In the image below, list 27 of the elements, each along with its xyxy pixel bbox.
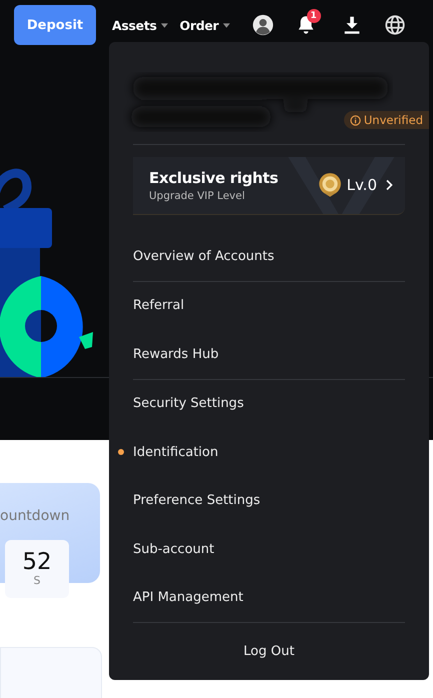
countdown-label: ountdown (0, 508, 70, 524)
menu-item[interactable]: Security Settings (133, 380, 405, 428)
info-icon (350, 114, 361, 126)
logout-button[interactable]: Log Out (133, 623, 405, 680)
nav-menu[interactable]: Assets (112, 18, 168, 32)
vip-subtitle: Upgrade VIP Level (149, 190, 246, 202)
status-text: Unverified (364, 113, 423, 127)
notification-badge: 1 (306, 9, 321, 23)
globe-icon[interactable] (384, 14, 406, 36)
caret-icon (160, 22, 168, 28)
nav-menu[interactable]: Order (180, 18, 230, 32)
countdown-value: 52 (22, 551, 52, 574)
countdown-unit: S (34, 574, 40, 587)
menu-item[interactable]: Rewards Hub (133, 330, 405, 379)
vip-level: Lv.0 (346, 176, 377, 194)
menu-item[interactable]: API Management (133, 574, 405, 622)
vip-card[interactable]: Exclusive rights Upgrade VIP Level Lv.0 (133, 156, 405, 215)
menu-item[interactable]: Referral (133, 282, 405, 330)
menu-item[interactable]: Sub-account (133, 525, 405, 574)
menu-item[interactable]: Preference Settings (133, 476, 405, 526)
medal-icon (316, 172, 343, 198)
menu-item[interactable]: Identification (133, 428, 405, 477)
avatar-icon[interactable] (252, 14, 274, 36)
caret-icon (222, 22, 230, 28)
chevron-right-icon (385, 179, 393, 192)
vip-title: Exclusive rights (149, 168, 280, 187)
menu-item[interactable]: Overview of Accounts (133, 214, 405, 281)
